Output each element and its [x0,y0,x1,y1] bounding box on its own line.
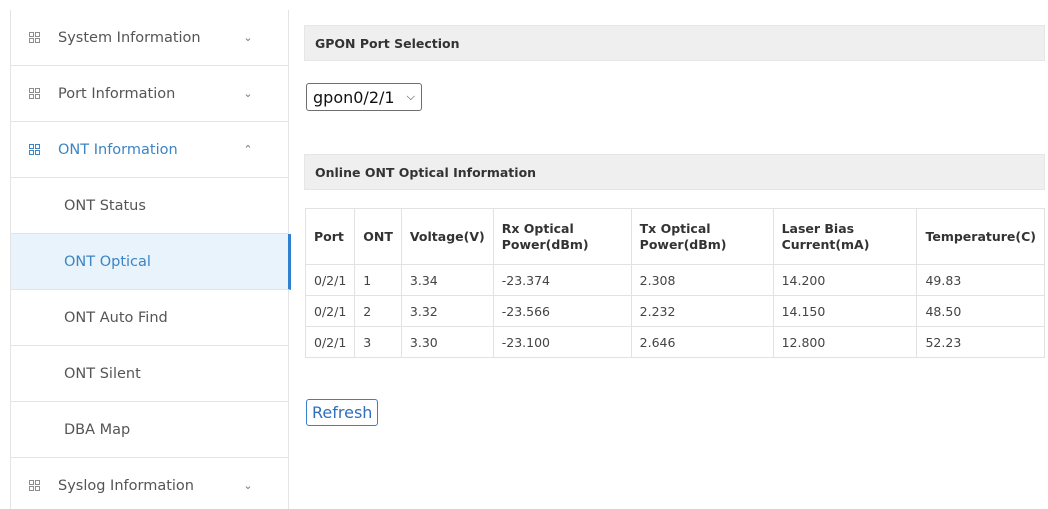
cell-tx-power: 2.232 [630,295,774,327]
column-header-temperature: Temperature(C) [916,208,1045,265]
chevron-down-icon: ⌄ [243,87,253,100]
sidebar-item-port-information[interactable]: Port Information ⌄ [11,66,288,122]
sidebar-item-system-information[interactable]: System Information ⌄ [11,10,288,66]
gpon-port-selection-header: GPON Port Selection [304,25,1045,61]
cell-voltage: 3.34 [400,264,494,296]
sidebar-subitem-ont-auto-find[interactable]: ONT Auto Find [11,290,288,346]
column-header-laser-bias-current: Laser Bias Current(mA) [772,208,918,265]
chevron-up-icon: ⌃ [243,143,253,156]
sidebar-item-label: Syslog Information [58,477,194,494]
cell-rx-power: -23.100 [492,326,632,358]
sidebar-subitem-ont-optical[interactable]: ONT Optical [11,234,291,290]
cell-temperature: 48.50 [916,295,1045,327]
table-row: 0/2/1 1 3.34 -23.374 2.308 14.200 49.83 [304,264,1045,296]
grid-icon [29,32,40,43]
sidebar-subitem-label: ONT Auto Find [64,309,168,326]
chevron-down-icon: ⌄ [243,479,253,492]
cell-port: 0/2/1 [304,264,356,296]
grid-icon [29,144,40,155]
chevron-down-icon: ⌄ [243,31,253,44]
sidebar-item-label: Port Information [58,85,176,102]
gpon-port-select[interactable]: gpon0/2/1 ⌵ [306,83,422,111]
cell-rx-power: -23.566 [492,295,632,327]
sidebar-nav: System Information ⌄ Port Information ⌄ … [10,10,291,509]
refresh-button[interactable]: Refresh [306,399,379,426]
column-header-tx-optical-power: Tx Optical Power(dBm) [630,208,774,265]
chevron-down-icon: ⌵ [406,90,415,103]
table-row: 0/2/1 2 3.32 -23.566 2.232 14.150 48.50 [304,295,1045,327]
cell-ont: 1 [354,264,402,296]
column-header-voltage: Voltage(V) [400,208,494,265]
cell-laser-bias: 12.800 [772,326,918,358]
cell-port: 0/2/1 [304,326,356,358]
ont-optical-table: Port ONT Voltage(V) Rx Optical Power(dBm… [304,208,1045,358]
cell-laser-bias: 14.150 [772,295,918,327]
sidebar-subitem-ont-silent[interactable]: ONT Silent [11,346,288,402]
cell-laser-bias: 14.200 [772,264,918,296]
table-row: 0/2/1 3 3.30 -23.100 2.646 12.800 52.23 [304,326,1045,358]
grid-icon [29,88,40,99]
cell-temperature: 52.23 [916,326,1045,358]
cell-tx-power: 2.646 [630,326,774,358]
column-header-ont: ONT [354,208,402,265]
cell-port: 0/2/1 [304,295,356,327]
cell-voltage: 3.30 [400,326,494,358]
ont-optical-info-header: Online ONT Optical Information [304,154,1045,190]
cell-tx-power: 2.308 [630,264,774,296]
table-header-row: Port ONT Voltage(V) Rx Optical Power(dBm… [304,208,1045,265]
sidebar-subitem-label: ONT Status [64,197,146,214]
sidebar-item-syslog-information[interactable]: Syslog Information ⌄ [11,458,288,509]
sidebar-item-label: System Information [58,29,201,46]
sidebar-item-label: ONT Information [58,141,178,158]
grid-icon [29,480,40,491]
column-header-port: Port [304,208,356,265]
sidebar-subitem-label: ONT Silent [64,365,141,382]
cell-temperature: 49.83 [916,264,1045,296]
cell-ont: 3 [354,326,402,358]
column-header-rx-optical-power: Rx Optical Power(dBm) [492,208,632,265]
cell-ont: 2 [354,295,402,327]
sidebar-subitem-dba-map[interactable]: DBA Map [11,402,288,458]
cell-voltage: 3.32 [400,295,494,327]
sidebar-item-ont-information[interactable]: ONT Information ⌃ [11,122,288,178]
sidebar-subitem-label: ONT Optical [64,253,151,270]
gpon-port-select-value: gpon0/2/1 [313,87,395,107]
sidebar-subitem-ont-status[interactable]: ONT Status [11,178,288,234]
cell-rx-power: -23.374 [492,264,632,296]
sidebar-subitem-label: DBA Map [64,421,131,438]
